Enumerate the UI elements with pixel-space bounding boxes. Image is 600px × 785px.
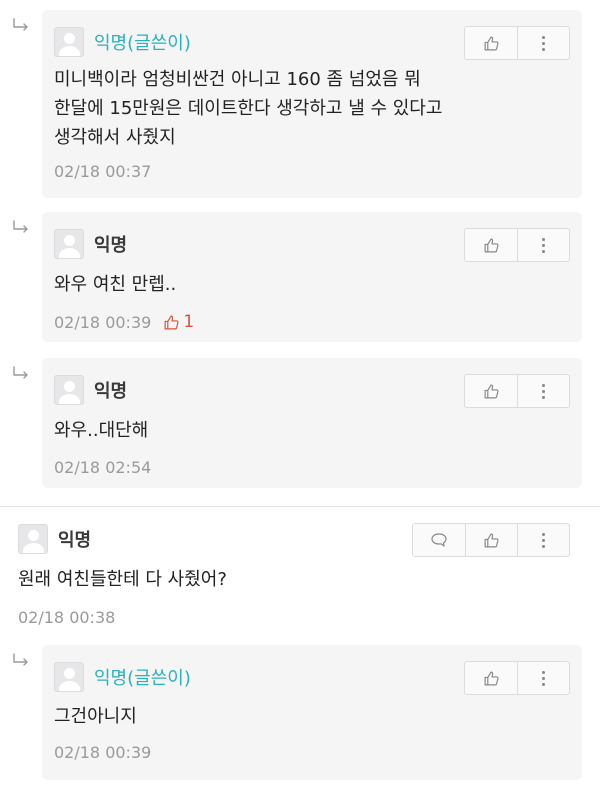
thumbs-up-icon: [483, 670, 500, 687]
reply-arrow-icon: [12, 220, 30, 234]
comment-actions: [464, 661, 570, 695]
more-button[interactable]: [517, 524, 569, 556]
comment-time: 02/18 02:54: [54, 458, 152, 477]
comment-line: 생각해서 사줬지: [54, 127, 176, 148]
comment-actions: [412, 523, 570, 557]
like-button[interactable]: [465, 229, 517, 261]
avatar: [54, 27, 84, 57]
more-vertical-icon: [542, 237, 546, 253]
comment-time: 02/18 00:39: [54, 743, 152, 762]
more-vertical-icon: [542, 670, 546, 686]
comment-text: 미니백이라 엄청비싼건 아니고 160 좀 넘었음 뭐한달에 15만원은 데이트…: [54, 65, 442, 152]
reply-comment: 익명(글쓴이) 미니백이라 엄청비싼건 아니고 160 좀 넘었음 뭐한달에 1…: [0, 10, 600, 198]
thumbs-up-icon: [163, 314, 180, 331]
more-vertical-icon: [542, 35, 546, 51]
comment-author: 익명: [58, 530, 92, 551]
reply-comment: 익명 와우..대단해 02/18 02:54: [0, 358, 600, 488]
thumbs-up-icon: [483, 383, 500, 400]
avatar: [54, 229, 84, 259]
like-count-value: 1: [183, 312, 195, 332]
reply-arrow-icon: [12, 653, 30, 667]
thumbs-up-icon: [483, 237, 500, 254]
comment-card: 익명 와우..대단해 02/18 02:54: [42, 358, 582, 488]
like-button[interactable]: [465, 27, 517, 59]
comment-text: 그건아니지: [54, 706, 137, 727]
thumbs-up-icon: [483, 35, 500, 52]
like-button[interactable]: [465, 662, 517, 694]
more-button[interactable]: [517, 375, 569, 407]
comment-time: 02/18 00:39: [54, 312, 152, 332]
comment-actions: [464, 374, 570, 408]
reply-arrow-icon: [12, 18, 30, 32]
comment-time: 02/18 00:38: [18, 608, 116, 627]
like-button[interactable]: [465, 375, 517, 407]
comment-author: 익명(글쓴이): [94, 668, 191, 689]
comment-author: 익명: [94, 235, 128, 256]
comment-text: 와우 여친 만렙..: [54, 274, 177, 295]
comment-card: 익명(글쓴이) 미니백이라 엄청비싼건 아니고 160 좀 넘었음 뭐한달에 1…: [42, 10, 582, 198]
more-vertical-icon: [542, 383, 546, 399]
more-vertical-icon: [542, 532, 546, 548]
more-button[interactable]: [517, 229, 569, 261]
comment-line: 한달에 15만원은 데이트한다 생각하고 낼 수 있다고: [54, 98, 443, 119]
avatar: [18, 524, 48, 554]
comment-text: 와우..대단해: [54, 420, 149, 441]
comment-actions: [464, 26, 570, 60]
comment-card: 익명(글쓴이) 그건아니지 02/18 00:39: [42, 645, 582, 780]
comment-text: 원래 여친들한테 다 사줬어?: [18, 569, 227, 590]
comment-line: 미니백이라 엄청비싼건 아니고 160 좀 넘었음 뭐: [54, 69, 421, 90]
comment-author: 익명: [94, 381, 128, 402]
reply-comment: 익명 와우 여친 만렙.. 02/18 00:39 1: [0, 212, 600, 342]
like-button[interactable]: [465, 524, 517, 556]
comment-time-row: 02/18 00:39 1: [54, 312, 194, 332]
reply-button[interactable]: [413, 524, 465, 556]
comment: 익명 원래 여친들한테 다 사줬어? 02/18 00:38: [0, 507, 600, 637]
comment-card: 익명 와우 여친 만렙.. 02/18 00:39 1: [42, 212, 582, 342]
like-count[interactable]: 1: [163, 312, 194, 332]
more-button[interactable]: [517, 27, 569, 59]
comment-author: 익명(글쓴이): [94, 33, 191, 54]
thumbs-up-icon: [483, 532, 500, 549]
comment-actions: [464, 228, 570, 262]
reply-arrow-icon: [12, 366, 30, 380]
speech-bubble-icon: [430, 532, 448, 548]
avatar: [54, 662, 84, 692]
avatar: [54, 375, 84, 405]
comment-time: 02/18 00:37: [54, 162, 152, 181]
reply-comment: 익명(글쓴이) 그건아니지 02/18 00:39: [0, 645, 600, 780]
more-button[interactable]: [517, 662, 569, 694]
